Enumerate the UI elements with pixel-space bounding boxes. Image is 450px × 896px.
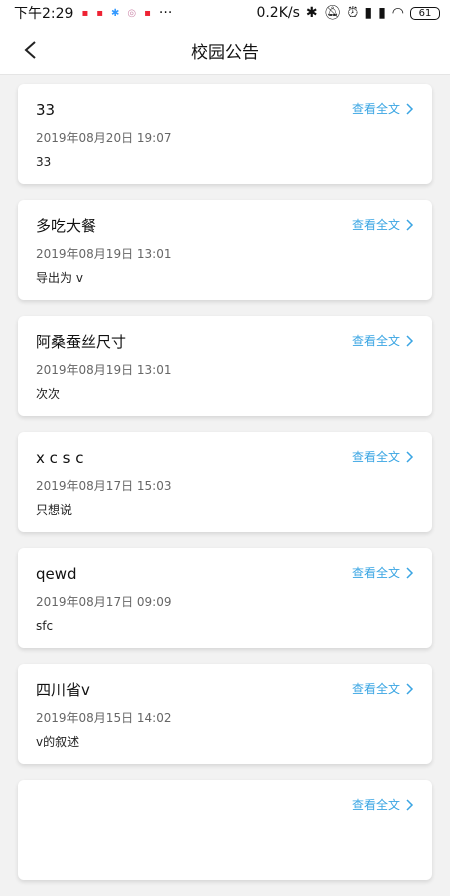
view-full-text-label: 查看全文 [351,334,400,348]
notice-card[interactable]: qewd 2019年08月17日 09:09 sfc 查看全文 [18,548,432,648]
notice-date: 2019年08月15日 14:02 [36,711,172,725]
notice-card[interactable]: 四川省v 2019年08月15日 14:02 v的叙述 查看全文 [18,664,432,764]
notification-dot-icon: ▪ [144,7,151,19]
chevron-right-icon [406,566,414,579]
view-full-text-link[interactable]: 查看全文 [352,796,414,813]
bluetooth-icon: ✱ [305,5,318,21]
notice-card[interactable]: 多吃大餐 2019年08月19日 13:01 导出为 v 查看全文 [18,200,432,300]
view-full-text-link[interactable]: 查看全文 [352,564,414,581]
view-full-text-link[interactable]: 查看全文 [352,100,414,117]
notification-dot-icon: ◎ [127,7,137,19]
chevron-right-icon [406,682,414,695]
network-speed: 0.2K/s [256,5,300,21]
view-full-text-label: 查看全文 [351,450,400,464]
view-full-text-label: 查看全文 [351,218,400,232]
chevron-right-icon [406,450,414,463]
status-time: 下午2:29 [14,6,74,22]
notice-card[interactable]: 查看全文 [18,780,432,880]
notice-date: 2019年08月17日 15:03 [36,479,172,493]
app-header: 校园公告 [0,26,450,75]
notification-dot-icon: ▪ [81,7,89,19]
chevron-right-icon [406,218,414,231]
notice-content: 次次 [36,387,61,401]
notice-content: 只想说 [36,503,73,517]
view-full-text-link[interactable]: 查看全文 [352,332,414,349]
back-button[interactable] [18,38,42,62]
notice-card[interactable]: 阿桑蚕丝尺寸 2019年08月19日 13:01 次次 查看全文 [18,316,432,416]
signal-icon: ▮ [364,5,373,21]
notice-list: 33 2019年08月20日 19:07 33 查看全文 多吃大餐 2019年0… [0,84,450,896]
view-full-text-label: 查看全文 [351,682,400,696]
notification-dot-icon: ▪ [96,7,104,19]
wifi-icon: ◠ [391,5,404,21]
battery-icon: 61 [410,6,440,20]
notice-content: v的叙述 [36,735,80,749]
chevron-left-icon [24,41,36,59]
view-full-text-link[interactable]: 查看全文 [352,448,414,465]
alarm-icon: ⏰︎ [347,5,359,21]
notice-date: 2019年08月19日 13:01 [36,247,172,261]
view-full-text-link[interactable]: 查看全文 [352,216,414,233]
notification-dot-icon: ✱ [111,7,120,19]
chevron-right-icon [406,798,414,811]
chevron-right-icon [406,334,414,347]
notice-content: sfc [36,619,54,633]
notice-card[interactable]: 33 2019年08月20日 19:07 33 查看全文 [18,84,432,184]
notice-content: 导出为 v [36,271,83,285]
notice-date: 2019年08月19日 13:01 [36,363,172,377]
view-full-text-label: 查看全文 [351,566,400,580]
page-title: 校园公告 [191,42,259,63]
battery-level: 61 [418,7,432,19]
more-notifications-icon: ··· [158,5,173,21]
status-bar: 下午2:29 ▪ ▪ ✱ ◎ ▪ ··· 0.2K/s ✱ 🔕︎ ⏰︎ ▮ ▮ … [0,0,450,26]
view-full-text-link[interactable]: 查看全文 [352,680,414,697]
notice-date: 2019年08月17日 09:09 [36,595,172,609]
notice-date: 2019年08月20日 19:07 [36,131,172,145]
mute-icon: 🔕︎ [323,5,342,21]
view-full-text-label: 查看全文 [351,798,400,812]
notice-card[interactable]: x c s c 2019年08月17日 15:03 只想说 查看全文 [18,432,432,532]
view-full-text-label: 查看全文 [351,102,400,116]
signal-icon: ▮ [378,5,386,21]
notice-content: 33 [36,155,52,169]
chevron-right-icon [406,102,414,115]
